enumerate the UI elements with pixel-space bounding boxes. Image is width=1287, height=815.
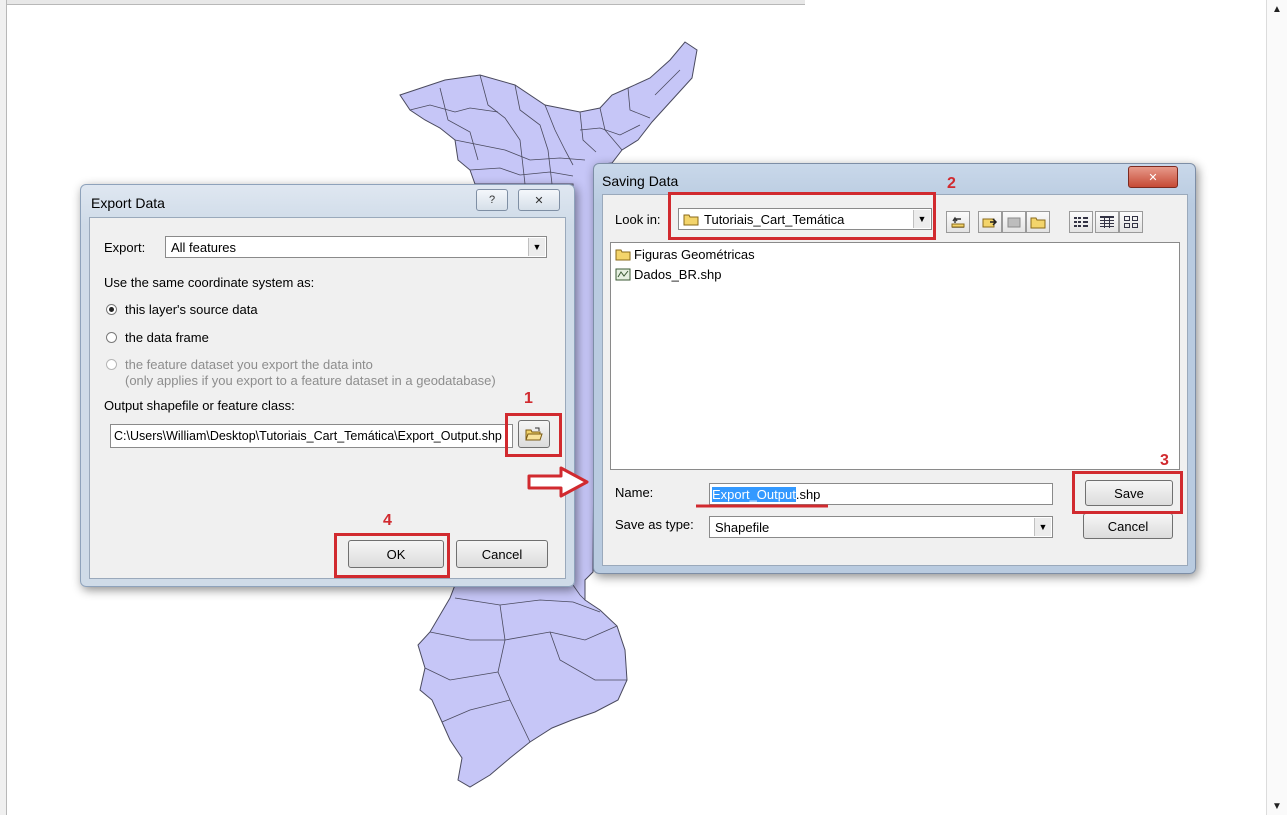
export-data-dialog: Export Data ? ✕ Export: All features ▼ U…	[80, 184, 575, 587]
save-as-type-value: Shapefile	[715, 520, 770, 535]
saving-dialog-title: Saving Data	[602, 173, 679, 189]
name-underline	[696, 504, 828, 508]
export-dialog-title: Export Data	[91, 195, 165, 211]
name-label: Name:	[615, 485, 654, 500]
red-arrow-icon	[527, 466, 589, 498]
save-as-type-select[interactable]: Shapefile ▼	[709, 516, 1053, 538]
file-name-extension: .shp	[795, 487, 821, 502]
chevron-down-icon[interactable]: ▼	[1034, 518, 1051, 536]
output-path-value: C:\Users\William\Desktop\Tutoriais_Cart_…	[114, 429, 502, 443]
step3-highlight	[1072, 471, 1183, 514]
chevron-down-icon[interactable]: ▼	[528, 238, 545, 256]
file-name-selected: Export_Output	[712, 487, 796, 502]
radio-source-data[interactable]	[106, 304, 117, 315]
radio-source-data-label[interactable]: this layer's source data	[125, 302, 258, 317]
output-path-field[interactable]: C:\Users\William\Desktop\Tutoriais_Cart_…	[110, 424, 513, 448]
new-folder-icon[interactable]	[1026, 211, 1050, 233]
disconnect-folder-icon	[1002, 211, 1026, 233]
file-name: Figuras Geométricas	[634, 247, 755, 262]
step2-highlight	[668, 192, 936, 240]
export-cancel-button[interactable]: Cancel	[456, 540, 548, 568]
output-label: Output shapefile or feature class:	[104, 398, 295, 413]
step2-number: 2	[947, 175, 956, 192]
radio-data-frame-label[interactable]: the data frame	[125, 330, 209, 345]
help-button[interactable]: ?	[476, 189, 508, 211]
file-list[interactable]: Figuras Geométricas Dados_BR.shp	[610, 242, 1180, 470]
radio-feature-dataset-note: (only applies if you export to a feature…	[125, 373, 496, 388]
list-item[interactable]: Figuras Geométricas	[615, 247, 755, 262]
export-close-button[interactable]: ✕	[518, 189, 560, 211]
file-name: Dados_BR.shp	[634, 267, 722, 282]
export-select[interactable]: All features ▼	[165, 236, 547, 258]
export-label: Export:	[104, 240, 146, 255]
radio-feature-dataset-label: the feature dataset you export the data …	[125, 357, 373, 372]
up-one-level-icon[interactable]	[946, 211, 970, 233]
saving-close-button[interactable]: ✕	[1128, 166, 1178, 188]
look-in-label: Look in:	[615, 212, 661, 227]
save-as-type-label: Save as type:	[615, 517, 694, 532]
thumbnail-view-icon[interactable]	[1119, 211, 1143, 233]
list-view-icon[interactable]	[1069, 211, 1093, 233]
radio-feature-dataset	[106, 359, 117, 370]
step1-highlight	[505, 413, 562, 457]
connect-folder-icon[interactable]	[978, 211, 1002, 233]
step1-number: 1	[524, 390, 533, 407]
saving-cancel-button[interactable]: Cancel	[1083, 513, 1173, 539]
coordinate-system-heading: Use the same coordinate system as:	[104, 275, 315, 290]
step4-highlight	[334, 533, 450, 578]
folder-icon	[615, 249, 631, 261]
export-select-value: All features	[171, 240, 237, 255]
step4-number: 4	[383, 512, 392, 529]
export-dialog-body: Export: All features ▼ Use the same coor…	[89, 217, 566, 579]
list-item[interactable]: Dados_BR.shp	[615, 267, 721, 282]
shapefile-icon	[615, 268, 631, 281]
details-view-icon[interactable]	[1095, 211, 1119, 233]
radio-data-frame[interactable]	[106, 332, 117, 343]
step3-number: 3	[1160, 452, 1169, 469]
